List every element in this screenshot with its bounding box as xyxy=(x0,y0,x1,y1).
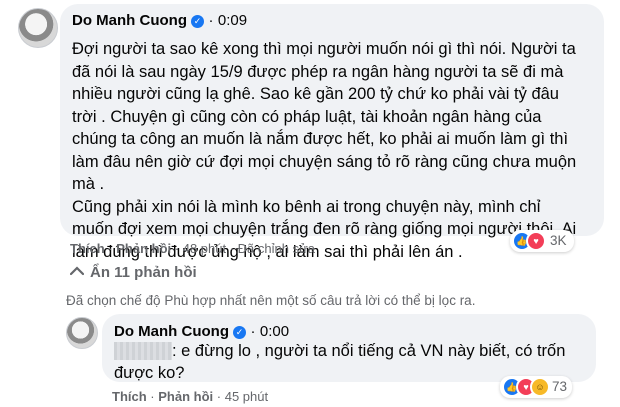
hide-replies-label: Ẩn 11 phản hồi xyxy=(90,264,197,281)
reply-actions: Thích · Phản hồi · 45 phút xyxy=(112,389,269,404)
reply-avatar[interactable] xyxy=(66,317,98,349)
mentioned-user-redacted[interactable] xyxy=(114,342,172,360)
like-action[interactable]: Thích xyxy=(70,241,105,256)
reply-header: Do Manh Cuong ✓ · 0:00 xyxy=(114,323,289,341)
comment-line: nhiều người cũng lạ ghê. Sao kê gần 200 … xyxy=(72,85,559,103)
filter-notice: Đã chọn chế độ Phù hợp nhất nên một số c… xyxy=(66,293,476,308)
reply-action[interactable]: Phản hồi xyxy=(158,389,213,404)
chevron-up-icon xyxy=(69,266,85,276)
reaction-count: 3K xyxy=(550,233,567,248)
reply-author[interactable]: Do Manh Cuong xyxy=(114,323,229,340)
verified-badge-icon: ✓ xyxy=(232,326,246,339)
reply-text-continued: được ko? xyxy=(114,362,184,385)
like-action[interactable]: Thích xyxy=(112,389,147,404)
reply-age[interactable]: 45 phút xyxy=(225,389,268,404)
avatar[interactable] xyxy=(18,8,58,48)
reply-reaction-summary[interactable]: 👍 ♥ ☺ 73 xyxy=(500,376,572,398)
haha-reaction-icon: ☺ xyxy=(530,377,550,397)
hide-replies-toggle[interactable]: Ẩn 11 phản hồi xyxy=(69,264,197,281)
reply-timestamp[interactable]: 0:00 xyxy=(260,323,289,340)
reply-bubble: Do Manh Cuong ✓ · 0:00 : e đừng lo , ngườ… xyxy=(102,314,596,382)
love-reaction-icon: ♥ xyxy=(526,231,546,251)
edited-label: Đã chỉnh sửa xyxy=(237,241,316,256)
comment-bubble: Do Manh Cuong ✓ · 0:09 Đợi người ta sao k… xyxy=(60,4,604,261)
separator-dot: · xyxy=(208,12,214,29)
reaction-summary[interactable]: 👍 ♥ 3K xyxy=(510,230,574,252)
comment-age[interactable]: 48 phút xyxy=(183,241,226,256)
reply-line: : e đừng lo , người ta nổi tiếng cả VN n… xyxy=(172,342,566,360)
comment-line: mà . xyxy=(72,175,105,193)
comment-author[interactable]: Do Manh Cuong xyxy=(72,12,187,29)
reply-action[interactable]: Phản hồi xyxy=(116,241,171,256)
comment-line: Đợi người ta sao kê xong thì mọi người m… xyxy=(72,40,576,58)
comment-timestamp[interactable]: 0:09 xyxy=(218,12,247,29)
comment-line: Cũng phải xin nói là mình ko bênh ai tro… xyxy=(72,197,541,216)
comment-header: Do Manh Cuong ✓ · 0:09 xyxy=(72,12,247,30)
separator-dot: · xyxy=(250,323,256,340)
comment-actions: Thích · Phản hồi · 48 phút · Đã chỉnh sử… xyxy=(70,241,316,256)
comment-line: đã nói là sau ngày 15/9 được phép ra ngâ… xyxy=(72,62,564,81)
reply-text: : e đừng lo , người ta nổi tiếng cả VN n… xyxy=(172,340,565,363)
comment-line: trời . Chuyện gì cũng còn có pháp luật, … xyxy=(72,107,542,126)
reply-line: được ko? xyxy=(114,364,185,382)
verified-badge-icon: ✓ xyxy=(190,15,204,28)
reply-reaction-count: 73 xyxy=(552,379,568,394)
comment-line: chúng ta công an muốn là nắm được hết, k… xyxy=(72,130,569,148)
comment-line: làm đâu nên giờ cứ đợi mọi chuyện sáng t… xyxy=(72,152,577,171)
